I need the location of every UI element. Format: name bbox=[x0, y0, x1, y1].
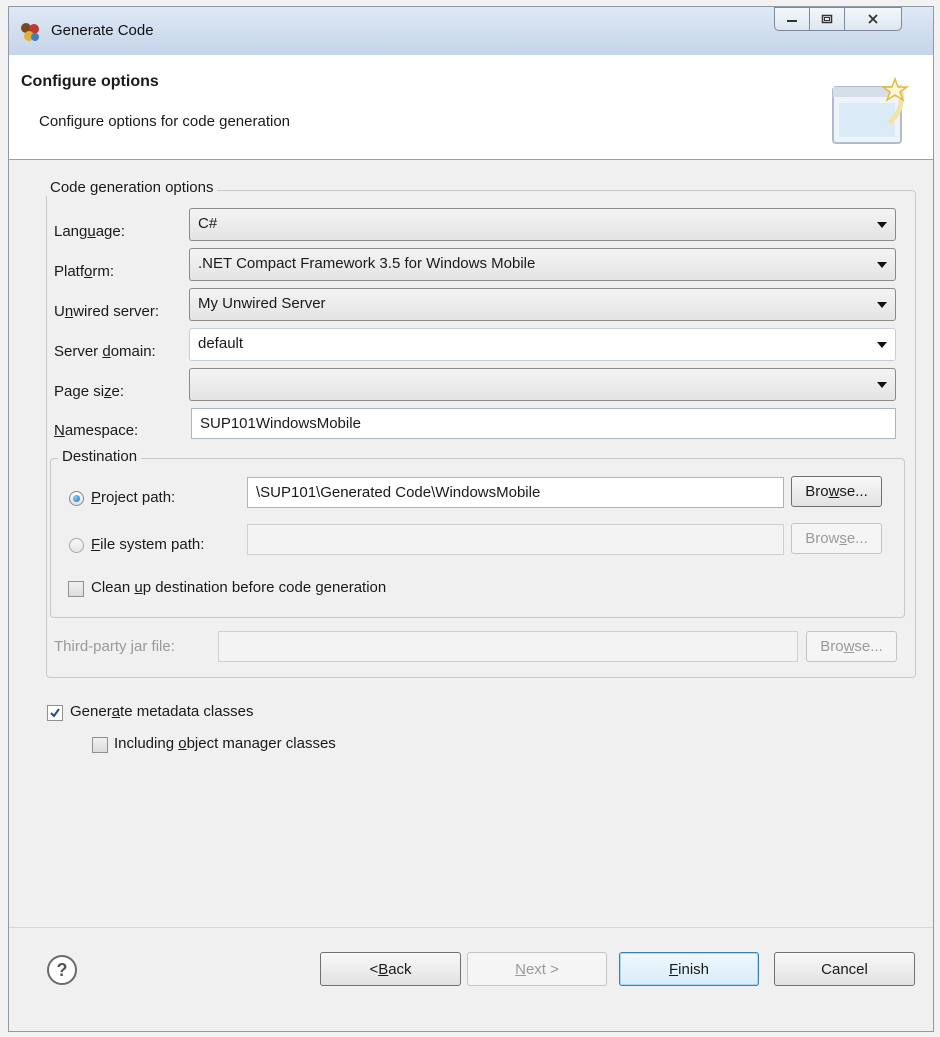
maximize-icon bbox=[821, 14, 833, 24]
chevron-down-icon bbox=[877, 262, 887, 268]
namespace-label: Namespace: bbox=[54, 422, 139, 439]
namespace-input[interactable]: SUP101WindowsMobile bbox=[191, 408, 896, 439]
close-icon bbox=[868, 14, 878, 24]
server-domain-value: default bbox=[198, 335, 244, 352]
chevron-down-icon bbox=[877, 302, 887, 308]
platform-combo[interactable]: .NET Compact Framework 3.5 for Windows M… bbox=[189, 248, 896, 281]
file-system-path-label: File system path: bbox=[91, 536, 205, 553]
window-title: Generate Code bbox=[51, 22, 154, 39]
back-button[interactable]: < Back bbox=[320, 952, 461, 986]
page-size-label: Page size: bbox=[54, 383, 125, 400]
banner-description: Configure options for code generation bbox=[39, 113, 291, 130]
object-manager-checkbox[interactable] bbox=[92, 737, 108, 753]
project-path-label: Project path: bbox=[91, 489, 176, 506]
unwired-server-label: Unwired server: bbox=[54, 303, 160, 320]
cleanup-checkbox[interactable] bbox=[68, 581, 84, 597]
footer-separator bbox=[9, 927, 933, 928]
close-button[interactable] bbox=[844, 7, 902, 31]
maximize-button[interactable] bbox=[809, 7, 845, 31]
server-domain-combo[interactable]: default bbox=[189, 328, 896, 361]
language-value: C# bbox=[198, 215, 218, 232]
third-party-jar-input[interactable] bbox=[218, 631, 798, 662]
project-path-value: \SUP101\Generated Code\WindowsMobile bbox=[256, 484, 541, 501]
chevron-down-icon bbox=[877, 222, 887, 228]
minimize-button[interactable] bbox=[774, 7, 810, 31]
object-manager-label: Including object manager classes bbox=[114, 735, 336, 752]
help-icon[interactable]: ? bbox=[47, 955, 77, 985]
cancel-button[interactable]: Cancel bbox=[774, 952, 915, 986]
platform-label: Platform: bbox=[54, 263, 115, 280]
destination-legend: Destination bbox=[58, 448, 142, 465]
wizard-window-icon bbox=[832, 77, 910, 144]
code-generation-options-legend: Code generation options bbox=[46, 179, 218, 196]
third-party-jar-browse-button[interactable]: Bro w se... bbox=[806, 631, 897, 662]
unwired-server-combo[interactable]: My Unwired Server bbox=[189, 288, 896, 321]
chevron-down-icon bbox=[877, 382, 887, 388]
generate-metadata-checkbox[interactable] bbox=[47, 705, 63, 721]
language-label: Language: bbox=[54, 223, 125, 240]
unwired-server-value: My Unwired Server bbox=[198, 295, 326, 312]
minimize-icon bbox=[787, 20, 797, 22]
app-icon bbox=[21, 23, 39, 41]
generate-code-dialog: Generate Code Configure options Configur… bbox=[8, 6, 934, 1032]
project-path-browse-button[interactable]: Bro w se... bbox=[791, 476, 882, 507]
finish-button[interactable]: Finish bbox=[619, 952, 759, 986]
project-path-radio[interactable] bbox=[69, 491, 84, 506]
checkmark-icon bbox=[50, 708, 60, 718]
third-party-jar-label: Third-party jar file: bbox=[54, 638, 175, 655]
chevron-down-icon bbox=[877, 342, 887, 348]
page-size-combo[interactable] bbox=[189, 368, 896, 401]
server-domain-label: Server domain: bbox=[54, 343, 156, 360]
namespace-value: SUP101WindowsMobile bbox=[200, 415, 361, 432]
language-combo[interactable]: C# bbox=[189, 208, 896, 241]
cleanup-label: Clean up destination before code generat… bbox=[91, 579, 387, 596]
title-bar[interactable]: Generate Code bbox=[9, 7, 933, 55]
project-path-input[interactable]: \SUP101\Generated Code\WindowsMobile bbox=[247, 477, 784, 508]
generate-metadata-label: Generate metadata classes bbox=[70, 703, 254, 720]
file-system-path-input[interactable] bbox=[247, 524, 784, 555]
wizard-banner: Configure options Configure options for … bbox=[9, 55, 933, 160]
next-button[interactable]: Next > bbox=[467, 952, 607, 986]
platform-value: .NET Compact Framework 3.5 for Windows M… bbox=[198, 255, 536, 272]
banner-title: Configure options bbox=[21, 73, 159, 90]
file-system-path-radio[interactable] bbox=[69, 538, 84, 553]
file-system-path-browse-button[interactable]: Brow s e... bbox=[791, 523, 882, 554]
